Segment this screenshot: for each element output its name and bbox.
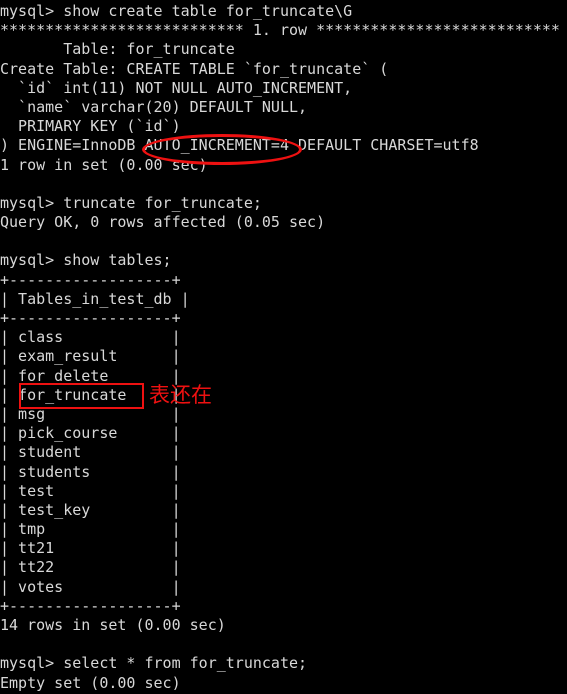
terminal-line: | exam_result | (0, 347, 181, 366)
terminal-line: | students | (0, 462, 181, 481)
terminal-line: | test | (0, 481, 181, 500)
terminal-line: +------------------+ (0, 309, 181, 327)
terminal-line: Create Table: CREATE TABLE `for_truncate… (0, 59, 389, 78)
terminal-window[interactable]: mysql> show create table for_truncate\G *… (0, 0, 567, 694)
terminal-output: mysql> show create table for_truncate\G *… (0, 2, 567, 693)
terminal-line: | votes | (0, 577, 181, 596)
terminal-line: | tmp | (0, 520, 181, 539)
terminal-line: | class | (0, 328, 181, 347)
terminal-line: mysql> select * from for_truncate; (0, 654, 308, 673)
terminal-line: PRIMARY KEY (`id`) (0, 117, 181, 136)
terminal-line: `name` varchar(20) DEFAULT NULL, (0, 97, 308, 116)
terminal-line: | test_key | (0, 500, 181, 519)
terminal-line: | pick_course | (0, 424, 181, 443)
terminal-line: `id` int(11) NOT NULL AUTO_INCREMENT, (0, 78, 353, 97)
terminal-line: | msg | (0, 404, 181, 423)
terminal-line: mysql> show tables; (0, 251, 172, 270)
terminal-line: | for_delete | (0, 366, 181, 385)
terminal-line: mysql> truncate for_truncate; (0, 193, 262, 212)
terminal-line: | Tables_in_test_db | (0, 289, 190, 308)
terminal-line: mysql> show create table for_truncate\G (0, 2, 353, 20)
terminal-line: *************************** 1. row *****… (0, 21, 560, 40)
terminal-line: | tt22 | (0, 558, 181, 577)
terminal-line: Empty set (0.00 sec) (0, 673, 181, 692)
terminal-line: | tt21 | (0, 539, 181, 558)
terminal-line: +------------------+ (0, 270, 181, 289)
terminal-line: | student | (0, 443, 181, 462)
terminal-line: 1 row in set (0.00 sec) (0, 155, 208, 174)
terminal-line: +------------------+ (0, 596, 181, 615)
terminal-line: | for_truncate | (0, 385, 181, 404)
terminal-line: ) ENGINE=InnoDB AUTO_INCREMENT=4 DEFAULT… (0, 136, 479, 155)
terminal-line: 14 rows in set (0.00 sec) (0, 616, 226, 634)
terminal-line: Table: for_truncate (0, 40, 235, 59)
terminal-line: Query OK, 0 rows affected (0.05 sec) (0, 213, 326, 232)
